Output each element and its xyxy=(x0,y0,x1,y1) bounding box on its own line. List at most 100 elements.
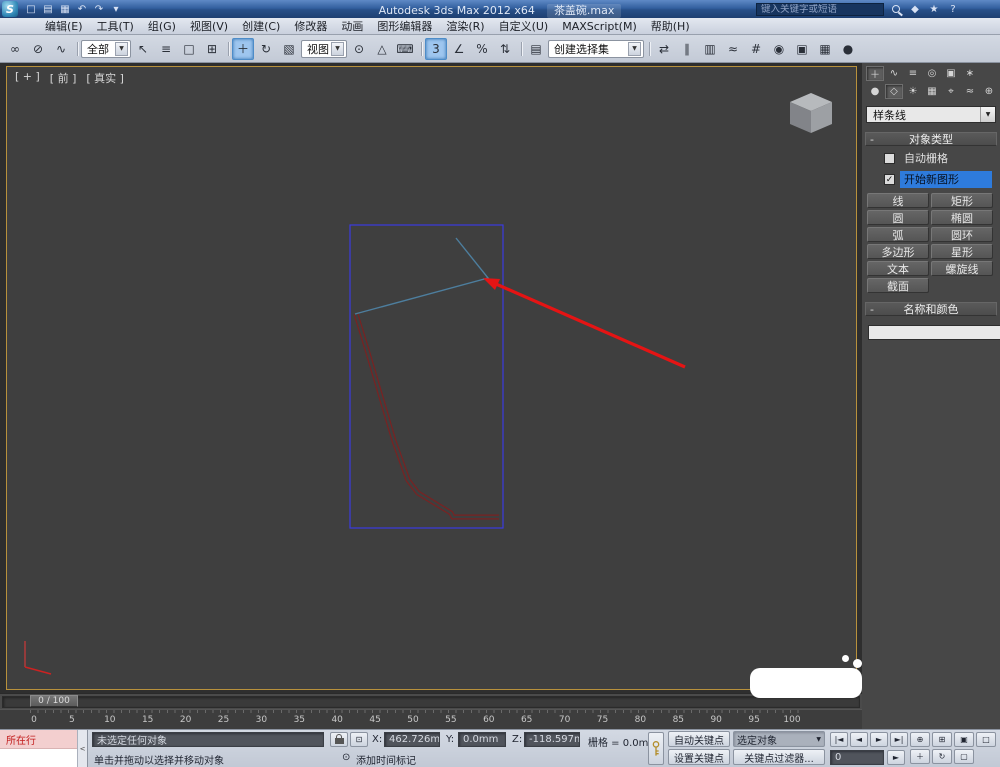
render-production-icon[interactable]: ● xyxy=(837,38,859,60)
lights-category-icon[interactable]: ☀ xyxy=(904,84,922,99)
object-name-input[interactable] xyxy=(868,325,1000,340)
search-icon[interactable] xyxy=(889,2,903,16)
menu-item[interactable]: 视图(V) xyxy=(183,17,235,35)
zoom-all-icon[interactable]: ⊞ xyxy=(932,732,952,747)
listener-scroll-arrow[interactable]: < xyxy=(77,730,87,767)
systems-category-icon[interactable]: ⊕ xyxy=(980,84,998,99)
menu-item[interactable]: 图形编辑器 xyxy=(370,17,439,35)
viewport-shading-menu[interactable]: [ 真实 ] xyxy=(86,70,124,86)
listener-input-row[interactable] xyxy=(0,749,87,767)
menu-item[interactable]: 工具(T) xyxy=(90,17,141,35)
helix-button[interactable]: 螺旋线 xyxy=(931,261,993,276)
material-editor-icon[interactable]: ◉ xyxy=(768,38,790,60)
key-filters-button[interactable]: 关键点过滤器... xyxy=(733,749,825,765)
percent-snap-icon[interactable]: % xyxy=(471,38,493,60)
motion-tab[interactable]: ◎ xyxy=(923,66,941,81)
text-button[interactable]: 文本 xyxy=(867,261,929,276)
utilities-tab[interactable]: ∗ xyxy=(961,66,979,81)
time-slider-handle[interactable]: 0 / 100 xyxy=(30,695,78,707)
favorites-icon[interactable]: ★ xyxy=(927,2,941,16)
bowl-profile-spline[interactable] xyxy=(353,313,499,520)
mirror-icon[interactable]: ⇄ xyxy=(653,38,675,60)
ngon-button[interactable]: 多边形 xyxy=(867,244,929,259)
align-icon[interactable]: ∥ xyxy=(676,38,698,60)
modify-tab[interactable]: ∿ xyxy=(885,66,903,81)
donut-button[interactable]: 圆环 xyxy=(931,227,993,242)
lock-selection-toggle[interactable] xyxy=(330,732,348,747)
transform-typein-toggle[interactable]: ⊡ xyxy=(350,732,368,747)
window-crossing-icon[interactable]: ⊞ xyxy=(201,38,223,60)
rectangle-button[interactable]: 矩形 xyxy=(931,193,993,208)
helpers-category-icon[interactable]: ⌖ xyxy=(942,84,960,99)
zoom-icon[interactable]: ⊕ xyxy=(910,732,930,747)
next-frame-icon[interactable]: ► xyxy=(887,750,905,765)
unlink-selection-icon[interactable]: ⊘ xyxy=(27,38,49,60)
select-and-link-icon[interactable]: ∞ xyxy=(4,38,26,60)
edit-named-selections-icon[interactable]: ▤ xyxy=(525,38,547,60)
set-key-button[interactable]: 设置关键点 xyxy=(668,749,730,765)
star-button[interactable]: 星形 xyxy=(931,244,993,259)
hierarchy-tab[interactable]: ≡ xyxy=(904,66,922,81)
reference-coordinate-combo[interactable]: 视图 xyxy=(301,39,347,58)
cameras-category-icon[interactable]: ▦ xyxy=(923,84,941,99)
autogrid-checkbox-row[interactable]: 自动栅格 xyxy=(884,150,992,167)
angle-snap-icon[interactable]: ∠ xyxy=(448,38,470,60)
go-to-start-icon[interactable]: |◄ xyxy=(830,732,848,747)
help-icon[interactable]: ? xyxy=(946,2,960,16)
viewport-general-menu[interactable]: [ + ] xyxy=(15,70,40,86)
rendered-frame-icon[interactable]: ▦ xyxy=(814,38,836,60)
line-button[interactable]: 线 xyxy=(867,193,929,208)
ellipse-button[interactable]: 椭圆 xyxy=(931,210,993,225)
time-slider-track[interactable] xyxy=(2,696,860,708)
bind-to-spacewarp-icon[interactable]: ∿ xyxy=(50,38,72,60)
menu-item[interactable]: 创建(C) xyxy=(235,17,287,35)
collapse-icon[interactable]: - xyxy=(870,133,874,146)
select-object-icon[interactable]: ↖ xyxy=(132,38,154,60)
collapse-icon[interactable]: - xyxy=(870,303,874,316)
time-slider[interactable]: 0 / 100 xyxy=(0,693,862,709)
circle-button[interactable]: 圆 xyxy=(867,210,929,225)
z-coordinate-field[interactable]: -118.597mm xyxy=(524,732,580,747)
viewcube[interactable] xyxy=(790,93,832,133)
select-and-rotate-icon[interactable]: ↻ xyxy=(255,38,277,60)
orbit-icon[interactable]: ↻ xyxy=(932,749,952,764)
geometry-category-icon[interactable]: ● xyxy=(866,84,884,99)
section-button[interactable]: 截面 xyxy=(867,278,929,293)
render-setup-icon[interactable]: ▣ xyxy=(791,38,813,60)
y-coordinate-field[interactable]: 0.0mm xyxy=(458,732,506,747)
track-bar[interactable]: 0 5 10 15 20 25 30 35 40 45 50 55 60 65 70 75 80 85 90 95 10… xyxy=(0,709,862,729)
x-coordinate-field[interactable]: 462.726mm xyxy=(384,732,440,747)
maximize-viewport-icon[interactable]: ▢ xyxy=(954,749,974,764)
start-new-shape-checkbox[interactable]: ✓ xyxy=(884,174,895,185)
menu-item[interactable]: 自定义(U) xyxy=(492,17,556,35)
menu-item[interactable]: MAXScript(M) xyxy=(555,19,644,34)
menu-item[interactable]: 组(G) xyxy=(141,17,183,35)
select-and-manipulate-icon[interactable]: △ xyxy=(371,38,393,60)
display-tab[interactable]: ▣ xyxy=(942,66,960,81)
select-by-name-icon[interactable]: ≡ xyxy=(155,38,177,60)
go-to-end-icon[interactable]: ►| xyxy=(890,732,908,747)
chevron-down-icon[interactable]: ▼ xyxy=(980,107,995,122)
front-viewport[interactable]: [ + ] [ 前 ] [ 真实 ] xyxy=(6,66,857,690)
selection-region-icon[interactable]: □ xyxy=(178,38,200,60)
set-keys-icon[interactable] xyxy=(648,732,664,765)
spinner-snap-icon[interactable]: ⇅ xyxy=(494,38,516,60)
listener-macro-row[interactable]: 所在行 xyxy=(0,730,87,749)
use-pivot-center-icon[interactable]: ⊙ xyxy=(348,38,370,60)
menu-item[interactable]: 修改器 xyxy=(287,17,334,35)
current-frame-field[interactable]: 0 xyxy=(830,750,884,765)
menu-item[interactable]: 渲染(R) xyxy=(439,17,491,35)
zoom-extents-icon[interactable]: ▣ xyxy=(954,732,974,747)
active-line-segment[interactable] xyxy=(354,237,490,315)
layer-manager-icon[interactable]: ▥ xyxy=(699,38,721,60)
arc-button[interactable]: 弧 xyxy=(867,227,929,242)
selection-filter-combo[interactable]: 全部 xyxy=(81,39,131,58)
auto-key-button[interactable]: 自动关键点 xyxy=(668,731,730,747)
menu-item[interactable]: 帮助(H) xyxy=(644,17,697,35)
start-new-shape-row[interactable]: ✓ 开始新图形 xyxy=(884,171,992,188)
viewport-pov-menu[interactable]: [ 前 ] xyxy=(50,70,77,86)
select-and-move-icon[interactable]: ＋ xyxy=(232,37,254,60)
play-icon[interactable]: ► xyxy=(870,732,888,747)
key-mode-dropdown[interactable]: 选定对象 xyxy=(733,731,825,747)
infocenter-search-input[interactable] xyxy=(756,2,884,16)
